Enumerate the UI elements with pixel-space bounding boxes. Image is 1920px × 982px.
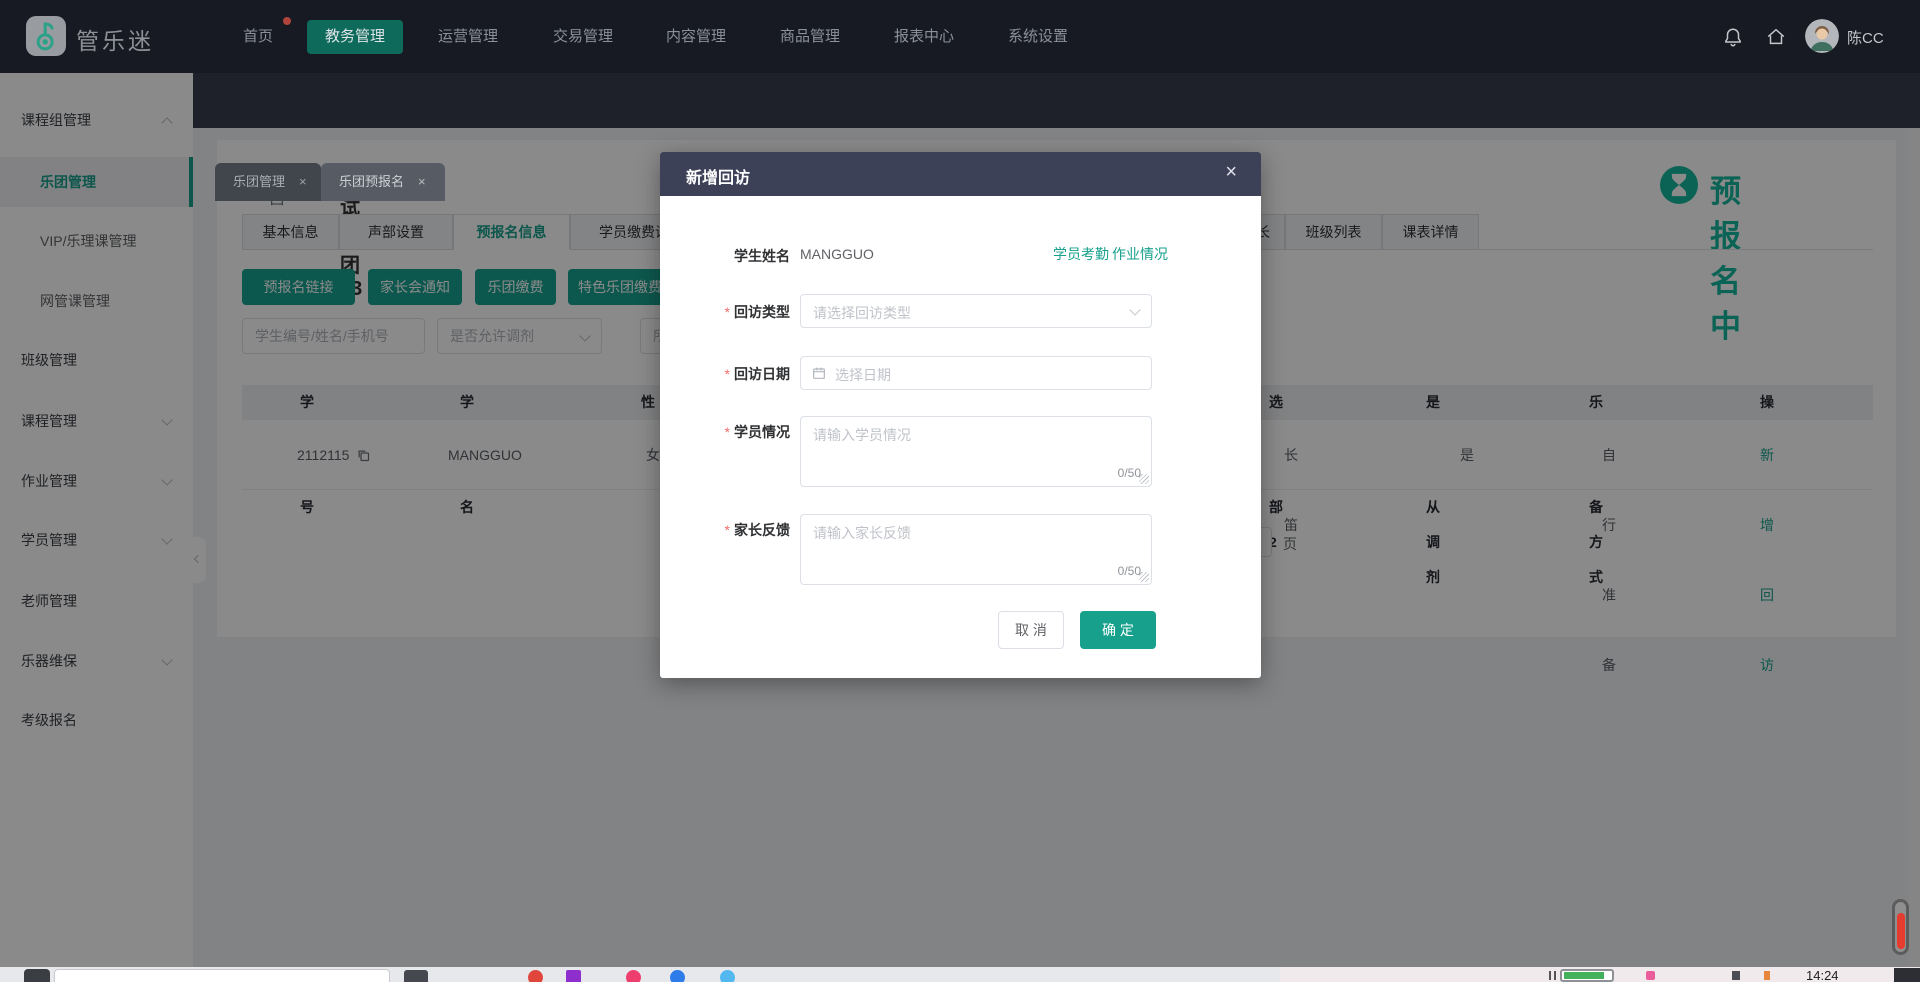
tray-icon-orange[interactable] — [1764, 971, 1770, 980]
nav-item-transaction[interactable]: 交易管理 — [552, 0, 614, 73]
taskbar-search-input[interactable] — [54, 969, 390, 982]
taskbar-clock[interactable]: 14:24 — [1806, 968, 1839, 982]
tray-icon-pink[interactable] — [1646, 971, 1655, 980]
student-name-value: MANGGUO — [800, 246, 874, 262]
parent-feedback-textarea[interactable]: 请输入家长反馈 0/50 — [800, 514, 1152, 585]
nav-item-operation[interactable]: 运营管理 — [437, 0, 499, 73]
battery-indicator-icon[interactable] — [1560, 969, 1614, 982]
app-logo-icon — [26, 16, 66, 56]
workspace-tab-strip: 乐团管理× 乐团预报名× — [193, 73, 1920, 128]
workspace-tab-pre-registration[interactable]: 乐团预报名× — [321, 163, 445, 201]
tray-pause-bars — [1549, 971, 1551, 980]
dialog-title: 新增回访 — [686, 164, 750, 188]
student-situation-textarea[interactable]: 请输入学员情况 0/50 — [800, 416, 1152, 487]
red-indicator-bar — [1897, 913, 1905, 949]
os-taskbar: 14:24 — [0, 967, 1920, 982]
resize-handle[interactable] — [1139, 474, 1149, 484]
student-situation-label: *学员情况 — [660, 422, 790, 442]
confirm-button[interactable]: 确 定 — [1080, 611, 1156, 649]
start-button-icon[interactable] — [24, 969, 50, 982]
dialog-header: 新增回访 × — [660, 152, 1261, 196]
taskbar-app-icon-lightblue[interactable] — [720, 970, 735, 982]
add-follow-up-dialog: 新增回访 × 学生姓名 MANGGUO 学员考勤 作业情况 *回访类型 请选择回… — [660, 152, 1261, 678]
homework-status-link[interactable]: 作业情况 — [1112, 244, 1168, 264]
follow-up-date-label: *回访日期 — [660, 364, 790, 384]
notification-dot — [283, 17, 291, 25]
nav-item-report-center[interactable]: 报表中心 — [893, 0, 955, 73]
show-desktop-button[interactable] — [1894, 968, 1920, 982]
parent-feedback-label: *家长反馈 — [660, 520, 790, 540]
brand-name: 管乐迷 — [76, 22, 154, 56]
nav-item-academic-active[interactable]: 教务管理 — [307, 20, 403, 54]
workspace-tab-orchestra[interactable]: 乐团管理× — [215, 163, 321, 201]
attendance-link[interactable]: 学员考勤 — [1053, 244, 1109, 264]
follow-up-date-input[interactable]: 选择日期 — [800, 356, 1152, 390]
top-navbar: 管乐迷 首页 教务管理 运营管理 交易管理 内容管理 商品管理 报表中心 系统设… — [0, 0, 1920, 73]
nav-item-home[interactable]: 首页 — [230, 0, 286, 73]
taskbar-app-icon-pink[interactable] — [626, 970, 641, 982]
home-icon[interactable] — [1765, 26, 1787, 53]
close-icon[interactable]: × — [299, 174, 307, 189]
user-name[interactable]: 陈CC — [1847, 27, 1884, 48]
taskbar-app-icon-blue[interactable] — [670, 970, 685, 982]
taskbar-app-icon-red[interactable] — [528, 970, 543, 982]
nav-item-goods[interactable]: 商品管理 — [779, 0, 841, 73]
bell-icon[interactable] — [1722, 26, 1744, 53]
taskbar-app-icon-purple[interactable] — [566, 970, 581, 982]
resize-handle[interactable] — [1139, 572, 1149, 582]
red-scroll-indicator[interactable] — [1892, 899, 1909, 955]
char-counter: 0/50 — [1118, 466, 1141, 480]
avatar[interactable] — [1805, 19, 1839, 53]
chevron-down-icon — [1129, 304, 1140, 315]
tray-icon-dark[interactable] — [1732, 971, 1740, 980]
dialog-close-icon[interactable]: × — [1225, 161, 1237, 184]
close-icon[interactable]: × — [418, 174, 426, 189]
cancel-button[interactable]: 取 消 — [998, 611, 1064, 649]
char-counter: 0/50 — [1118, 564, 1141, 578]
application-window: 课程组管理 乐团管理 VIP/乐理课管理 网管课管理 班级管理 课程管理 作业管… — [0, 0, 1920, 982]
calendar-icon — [811, 365, 827, 386]
nav-item-content[interactable]: 内容管理 — [665, 0, 727, 73]
follow-up-type-select[interactable]: 请选择回访类型 — [800, 294, 1152, 328]
tray-pause-bars — [1554, 971, 1556, 980]
taskbar-app-icon-dark[interactable] — [404, 970, 428, 982]
nav-item-system-settings[interactable]: 系统设置 — [1007, 0, 1069, 73]
student-name-label: 学生姓名 — [660, 246, 790, 266]
follow-up-type-label: *回访类型 — [660, 302, 790, 322]
